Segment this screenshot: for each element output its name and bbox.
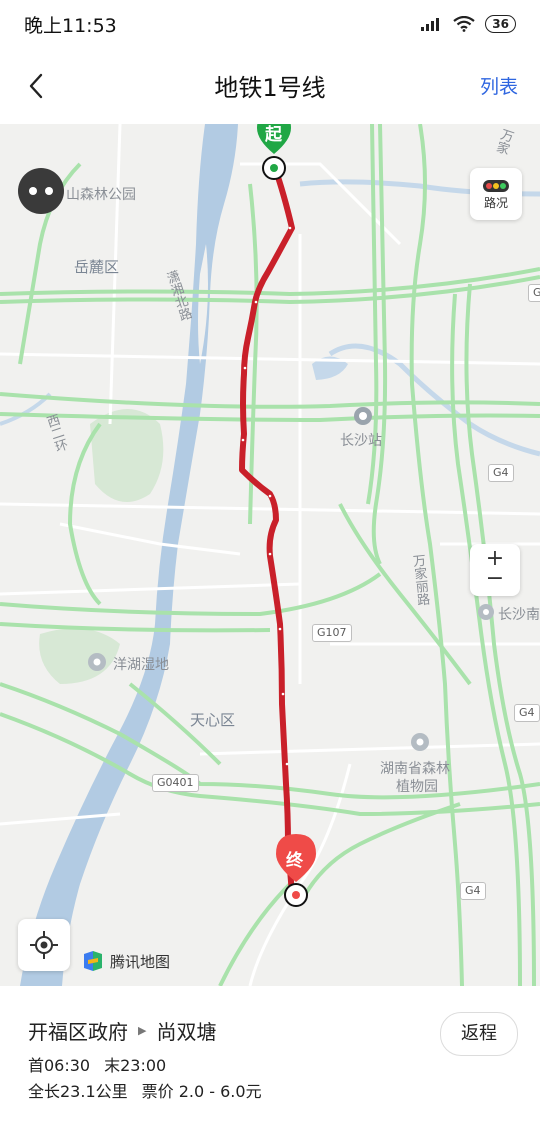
avatar-eye-left [29, 187, 37, 195]
first-train: 首06:30 [28, 1056, 91, 1075]
train-station-icon [354, 407, 372, 425]
start-marker-label: 起 [265, 125, 282, 145]
avatar[interactable] [18, 168, 64, 214]
label-botanical-1: 湖南省森林 [380, 761, 450, 777]
avatar-eye-right [45, 187, 53, 195]
route-info-panel: 开福区政府 ▶ 尚双塘 首06:30 末23:00 全长23.1公里 票价 2.… [0, 986, 540, 1124]
label-park-top: 山森林公园 [66, 187, 136, 203]
last-train: 末23:00 [104, 1056, 167, 1075]
shield-g-top: G [528, 284, 540, 302]
poi-icon-botanical [411, 733, 429, 751]
poi-icon-yanghu [88, 653, 106, 671]
return-trip-button[interactable]: 返程 [440, 1012, 518, 1056]
route-from: 开福区政府 [28, 1020, 128, 1044]
label-tianxin: 天心区 [190, 711, 236, 729]
label-changsha-south: 长沙南 [498, 607, 540, 623]
status-time: 晚上11:53 [24, 14, 117, 37]
tencent-map-logo-icon [84, 951, 102, 971]
shield-g4-b: G4 [514, 704, 540, 722]
page-title: 地铁1号线 [214, 74, 326, 102]
nav-bar: 地铁1号线 列表 [0, 48, 540, 124]
brand-text: 腾讯地图 [110, 952, 171, 971]
label-botanical-2: 植物园 [396, 779, 438, 795]
route-direction: 开福区政府 ▶ 尚双塘 [28, 1016, 216, 1045]
park-yuelu [90, 409, 164, 502]
end-marker-label: 终 [286, 851, 303, 871]
shield-g0401: G0401 [152, 774, 199, 792]
traffic-toggle-button[interactable]: 路况 [470, 168, 522, 220]
label-yanghu-wetland: 洋湖湿地 [113, 657, 169, 673]
shield-g4-a: G4 [488, 464, 514, 482]
poi-icon-changsha-south [478, 604, 494, 620]
label-yuelu: 岳麓区 [74, 258, 120, 276]
shield-g4-c: G4 [460, 882, 486, 900]
arrow-right-icon: ▶ [138, 1024, 147, 1037]
label-changsha-station: 长沙站 [340, 433, 382, 449]
map-view[interactable]: 起 终 山森林公园 岳麓区 潇湘北路 西二环 长沙站 洋湖湿地 天心区 湖南省森… [0, 124, 540, 986]
route-length: 全长23.1公里 [28, 1082, 128, 1101]
status-bar: 晚上11:53 36 [0, 0, 540, 48]
route-to: 尚双塘 [156, 1020, 217, 1044]
crosshair-icon [30, 931, 58, 959]
list-button[interactable]: 列表 [480, 72, 518, 99]
park-yanghu [39, 628, 120, 684]
route-fare: 票价 2.0 - 6.0元 [141, 1082, 262, 1101]
traffic-light-icon [483, 180, 509, 192]
map-brand: 腾讯地图 [82, 950, 170, 972]
locate-button[interactable] [18, 919, 70, 971]
status-icons: 36 [421, 15, 516, 33]
zoom-out-button[interactable]: − [470, 568, 520, 590]
chevron-left-icon [29, 73, 43, 99]
screen: 晚上11:53 36 地铁1号线 列表 起 终 山森林公园 岳麓区 潇湘北路 西… [0, 0, 540, 1124]
zoom-control: + − [470, 544, 520, 596]
signal-icon [421, 18, 440, 31]
shield-g107: G107 [312, 624, 352, 642]
wifi-icon [453, 16, 475, 32]
battery-icon: 36 [485, 15, 516, 33]
traffic-label: 路况 [483, 196, 508, 210]
route-meta: 全长23.1公里 票价 2.0 - 6.0元 [28, 1078, 262, 1102]
back-button[interactable] [18, 68, 54, 104]
service-hours: 首06:30 末23:00 [28, 1052, 166, 1076]
map-canvas[interactable] [0, 124, 540, 986]
